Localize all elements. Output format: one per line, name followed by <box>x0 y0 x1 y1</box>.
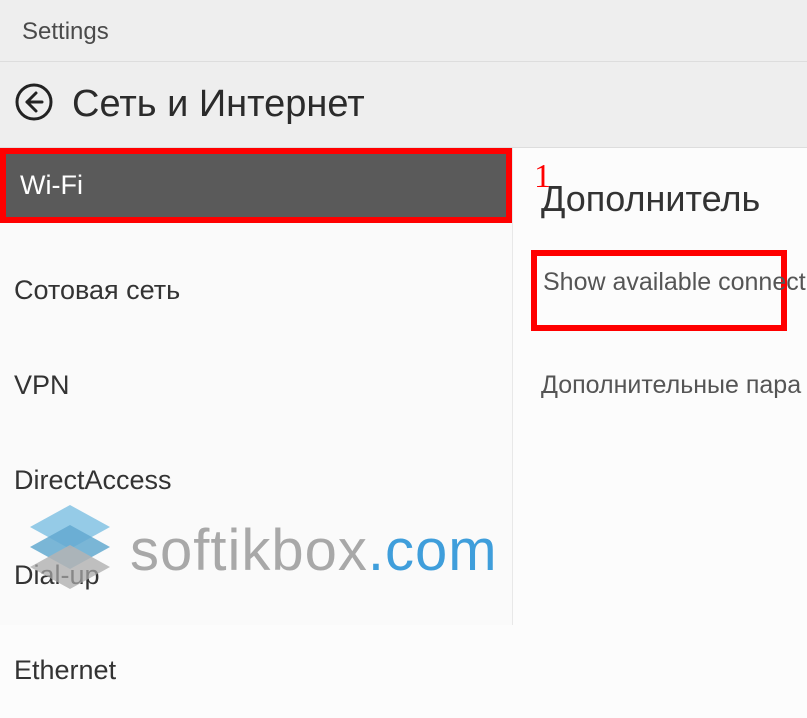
watermark-logo-icon <box>20 505 120 595</box>
sidebar-item-label: Wi-Fi <box>20 170 83 201</box>
link-label: Дополнительные пара <box>541 371 801 399</box>
watermark-part1: softikbox <box>130 518 368 583</box>
annotation-number-1: 1 <box>534 158 551 196</box>
page-title: Сеть и Интернет <box>72 83 365 126</box>
window-title: Settings <box>22 18 109 45</box>
watermark: softikbox.com <box>20 505 498 595</box>
watermark-part2: .com <box>368 518 498 583</box>
content-pane: Дополнитель Show available connect Допол… <box>513 148 807 625</box>
sidebar-item-label: Сотовая сеть <box>14 275 180 306</box>
window-titlebar: Settings <box>0 0 807 62</box>
watermark-text: softikbox.com <box>130 517 498 584</box>
sidebar-item-wifi[interactable]: Wi-Fi <box>0 148 512 223</box>
sidebar-item-label: DirectAccess <box>14 465 172 496</box>
sidebar-item-ethernet[interactable]: Ethernet <box>0 623 512 718</box>
content-heading: Дополнитель <box>541 178 787 220</box>
sidebar-item-vpn[interactable]: VPN <box>0 338 512 433</box>
back-button[interactable] <box>10 81 58 129</box>
link-advanced-options[interactable]: Дополнительные пара <box>541 361 787 410</box>
page-header: Сеть и Интернет <box>0 62 807 148</box>
link-label: Show available connect <box>543 268 806 296</box>
sidebar-item-label: Ethernet <box>14 655 116 686</box>
link-show-available-connections[interactable]: Show available connect <box>531 250 787 331</box>
sidebar-item-label: VPN <box>14 370 70 401</box>
sidebar-item-cellular[interactable]: Сотовая сеть <box>0 243 512 338</box>
back-arrow-icon <box>14 82 54 127</box>
